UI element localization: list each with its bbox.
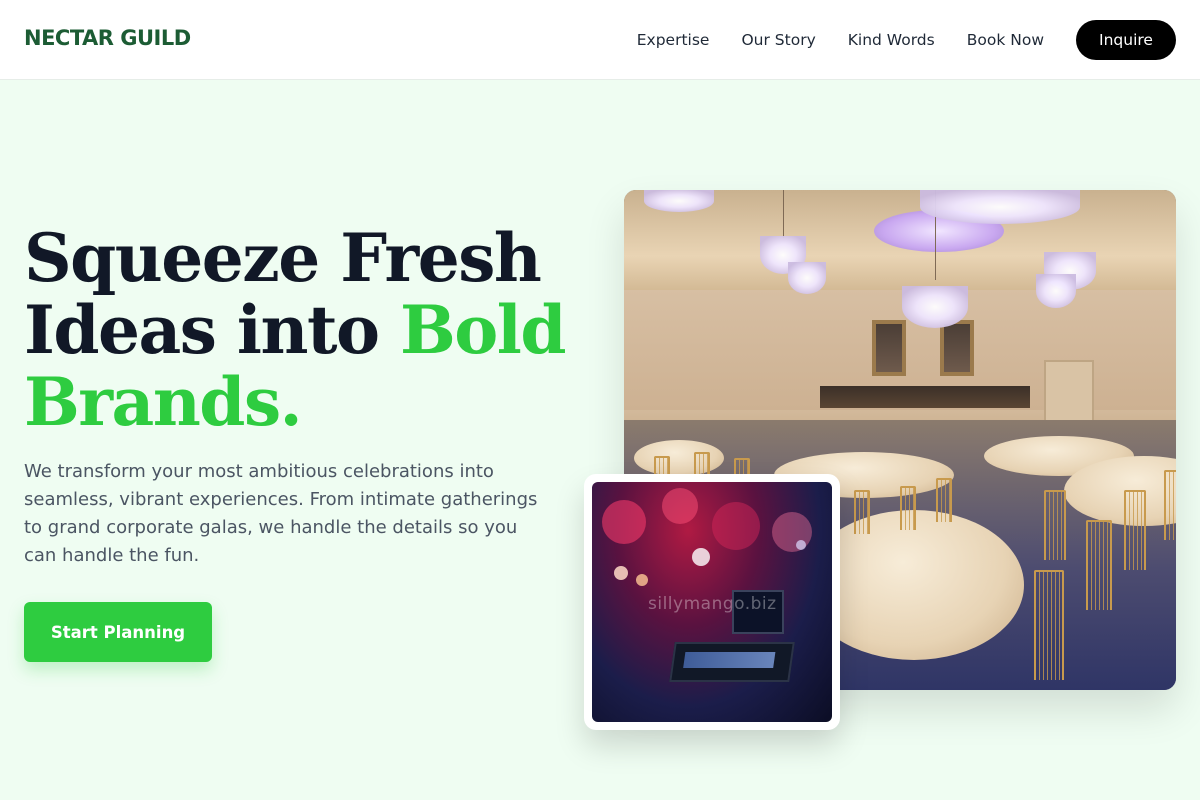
nav-link-kind-words[interactable]: Kind Words bbox=[848, 31, 935, 49]
ballroom-bar bbox=[820, 386, 1030, 408]
nav-link-our-story[interactable]: Our Story bbox=[741, 31, 815, 49]
console-screen bbox=[683, 652, 776, 668]
chandelier-wire bbox=[783, 190, 784, 238]
bokeh-light bbox=[772, 512, 812, 552]
chandelier-icon bbox=[644, 190, 714, 212]
ballroom-mirror bbox=[940, 320, 974, 376]
chair bbox=[1034, 570, 1064, 680]
headline-accent-brands: Brands. bbox=[24, 363, 303, 441]
top-navbar: NECTAR GUILD Expertise Our Story Kind Wo… bbox=[0, 0, 1200, 80]
stage-image: sillymango.biz bbox=[592, 482, 832, 722]
headline-accent-bold: Bold bbox=[399, 291, 567, 369]
mixing-console bbox=[669, 642, 795, 682]
bokeh-light bbox=[712, 502, 760, 550]
round-table bbox=[634, 440, 724, 476]
chair bbox=[854, 490, 870, 534]
brand-logo[interactable]: NECTAR GUILD bbox=[24, 26, 191, 50]
primary-nav: Expertise Our Story Kind Words Book Now … bbox=[637, 20, 1176, 60]
nav-link-expertise[interactable]: Expertise bbox=[637, 31, 710, 49]
ballroom-mirror bbox=[872, 320, 906, 376]
bokeh-light bbox=[602, 500, 646, 544]
chandelier-icon bbox=[902, 286, 968, 328]
chair bbox=[1164, 470, 1176, 540]
nav-link-book-now[interactable]: Book Now bbox=[967, 31, 1044, 49]
bokeh-light bbox=[692, 548, 710, 566]
chair bbox=[1044, 490, 1066, 560]
start-planning-button[interactable]: Start Planning bbox=[24, 602, 212, 662]
stage-image-card: sillymango.biz bbox=[584, 474, 840, 730]
bokeh-light bbox=[662, 488, 698, 524]
chair bbox=[936, 478, 952, 522]
headline-line-2: Ideas into bbox=[24, 291, 400, 369]
hero-headline: Squeeze Fresh Ideas into Bold Brands. bbox=[24, 222, 584, 438]
image-watermark: sillymango.biz bbox=[648, 594, 777, 614]
bokeh-light bbox=[796, 540, 806, 550]
headline-line-1: Squeeze Fresh bbox=[24, 219, 542, 297]
chandelier-icon bbox=[788, 262, 826, 294]
chair bbox=[900, 486, 916, 530]
chandelier-icon bbox=[1036, 274, 1076, 308]
bokeh-light bbox=[614, 566, 628, 580]
inquire-button[interactable]: Inquire bbox=[1076, 20, 1176, 60]
chair bbox=[1086, 520, 1112, 610]
chair bbox=[1124, 490, 1146, 570]
hero-lead-text: We transform your most ambitious celebra… bbox=[24, 461, 538, 566]
bokeh-light bbox=[636, 574, 648, 586]
chandelier-icon bbox=[920, 190, 1080, 224]
